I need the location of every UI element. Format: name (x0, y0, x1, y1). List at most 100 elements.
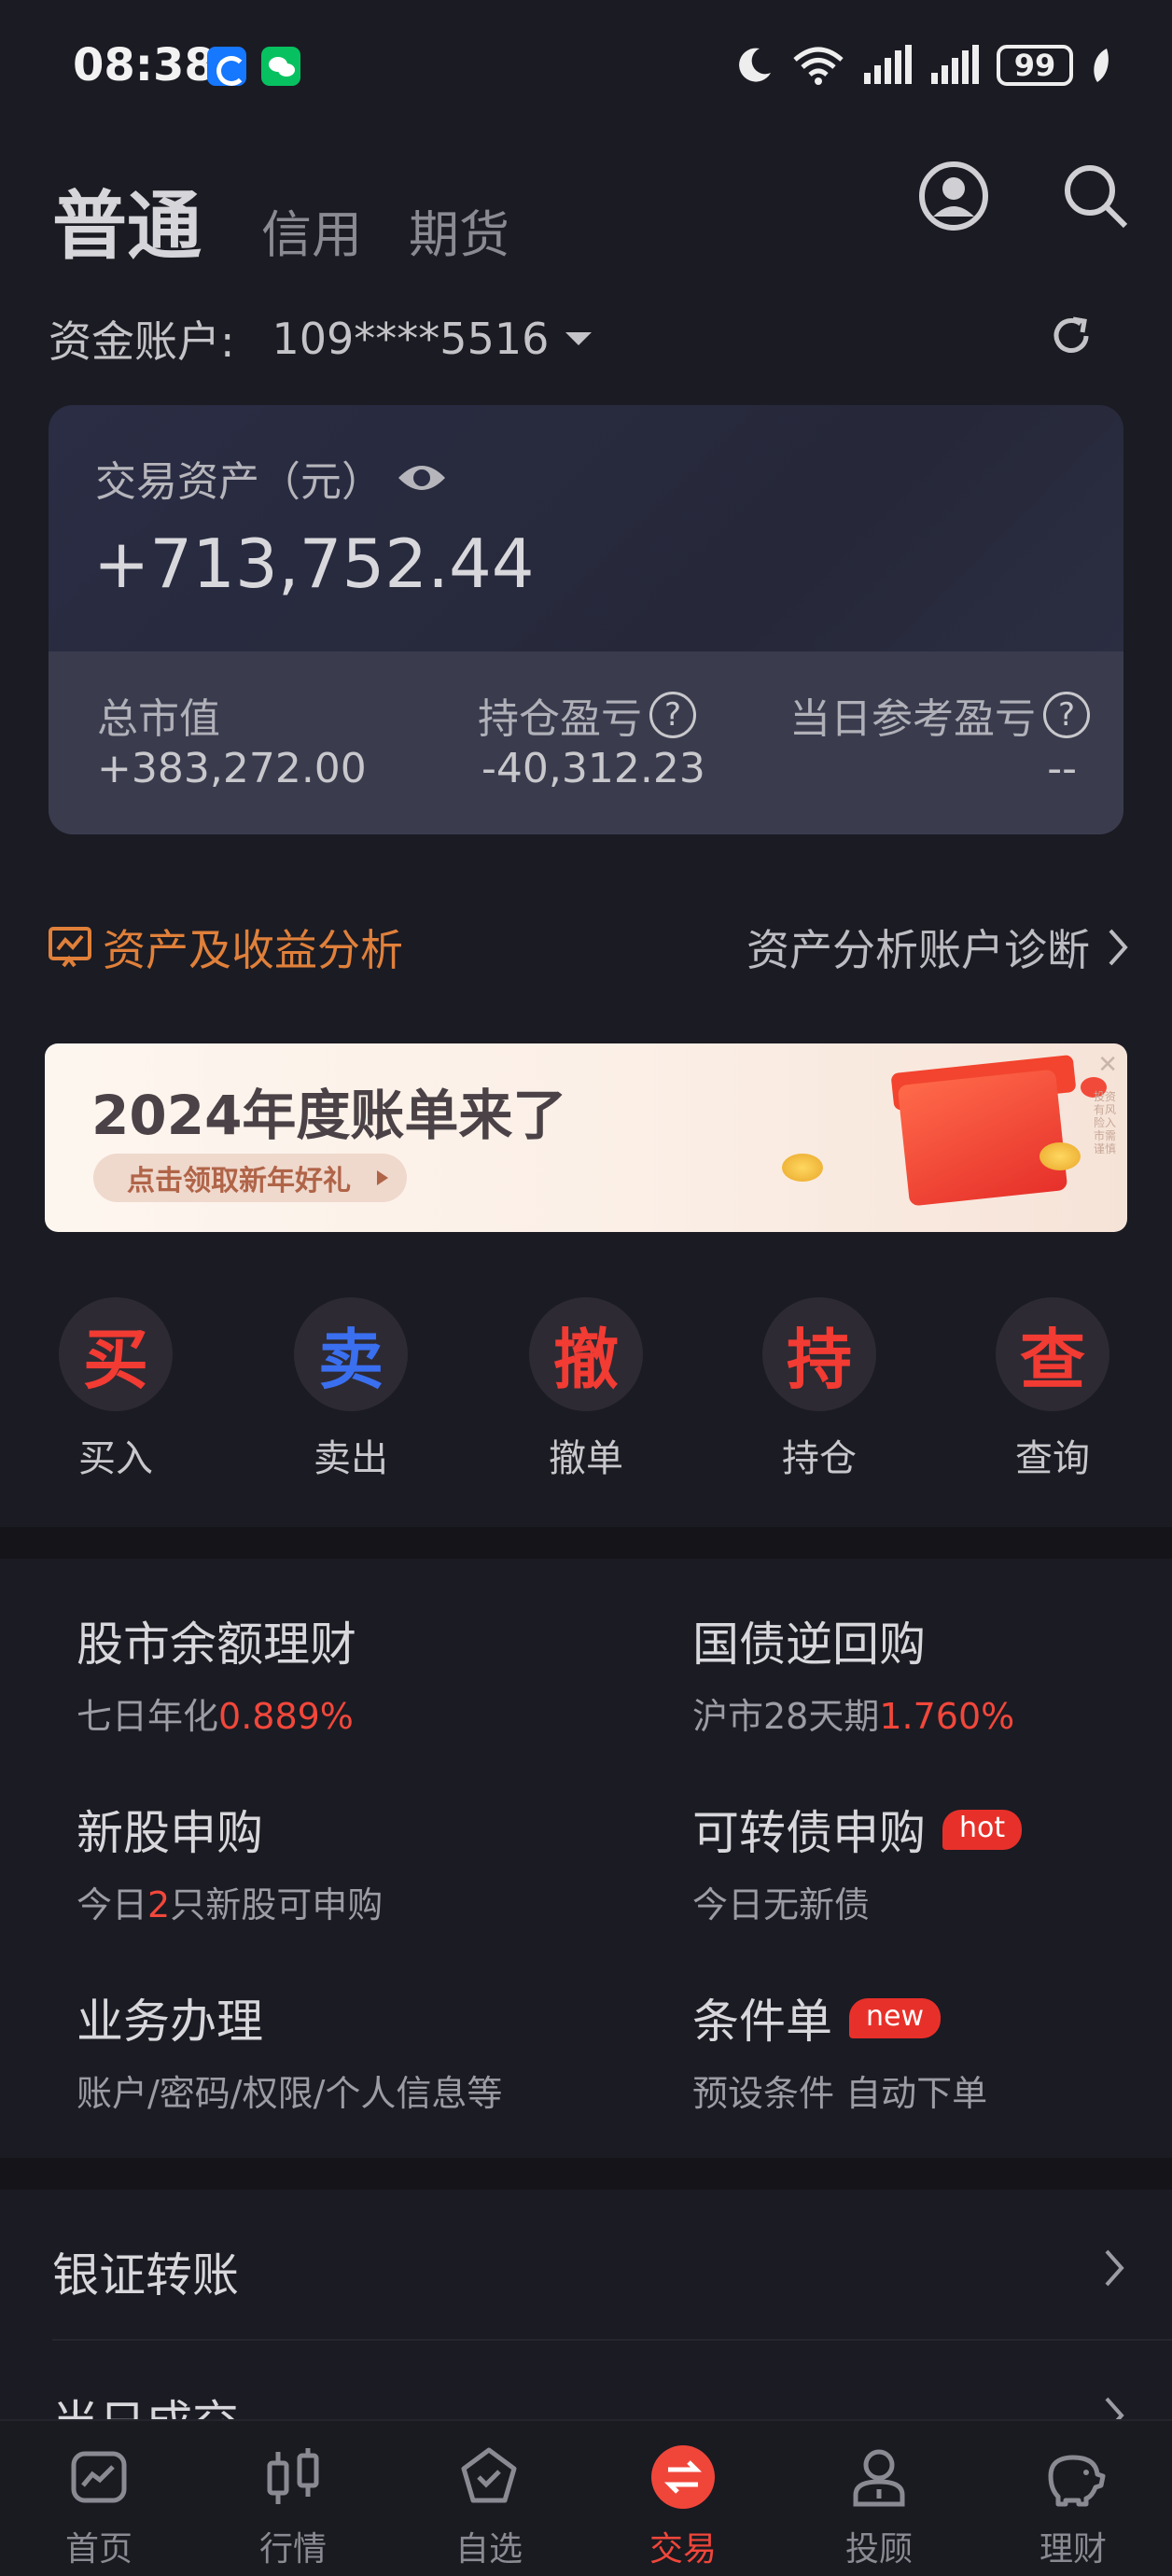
market-value-cell: 总市值 +383,272.00 (49, 651, 407, 834)
query-button[interactable]: 查 查询 (978, 1297, 1127, 1482)
nav-wealth-label: 理财 (1039, 2530, 1107, 2569)
query-icon: 查 (996, 1297, 1109, 1411)
sell-icon: 卖 (294, 1297, 408, 1411)
shield-check-icon (461, 2447, 517, 2503)
market-value: +383,272.00 (97, 745, 367, 792)
daily-pnl-label: 当日参考盈亏 (789, 695, 1036, 743)
nav-market-label: 行情 (258, 2530, 327, 2569)
nav-watchlist-label: 自选 (454, 2530, 523, 2569)
money-fund-rate: 0.889% (218, 1696, 354, 1737)
tab-futures[interactable]: 期货 (409, 193, 509, 274)
account-selector[interactable]: 资金账户: 109****5516 (49, 308, 593, 370)
nav-advisor[interactable]: 投顾 (804, 2438, 954, 2570)
positions-label: 持仓 (782, 1437, 857, 1480)
asset-analysis-link[interactable]: 资产及收益分析 (47, 917, 403, 978)
business-service[interactable]: 业务办理 账户/密码/权限/个人信息等 (77, 1984, 502, 2116)
position-pnl: -40,312.23 (481, 745, 705, 792)
nav-advisor-label: 投顾 (844, 2530, 913, 2569)
annual-bill-banner[interactable]: 2024年度账单来了 点击领取新年好礼 ✕ 投资有风险入市需谨慎 (45, 1043, 1127, 1232)
daily-pnl: -- (1047, 745, 1077, 792)
reverse-repo-rate: 1.760% (879, 1696, 1015, 1737)
nav-market[interactable]: 行情 (218, 2438, 368, 2570)
nav-home[interactable]: 首页 (24, 2438, 174, 2570)
ipo-subscription-service[interactable]: 新股申购 今日2只新股可申购 (77, 1796, 383, 1927)
coin-image (1039, 1142, 1081, 1170)
tab-normal[interactable]: 普通 (52, 166, 202, 274)
banner-cta-button[interactable]: 点击领取新年好礼 (93, 1154, 407, 1202)
nav-wealth[interactable]: 理财 (998, 2438, 1148, 2570)
advisor-person-icon (853, 2449, 905, 2507)
chevron-down-icon (565, 332, 593, 345)
nav-home-label: 首页 (64, 2530, 133, 2569)
signal-icon (864, 45, 912, 84)
wechat-icon (261, 47, 300, 86)
section-divider (0, 2158, 1172, 2190)
reverse-repo-sub-label: 沪市28天期 (692, 1696, 880, 1737)
buy-label: 买入 (78, 1437, 153, 1480)
reverse-repo-title: 国债逆回购 (692, 1617, 926, 1672)
conditional-title: 条件单 (692, 1995, 832, 2049)
asset-card: 交易资产（元） +713,752.44 总市值 +383,272.00 持仓盈亏… (49, 405, 1123, 834)
money-fund-service[interactable]: 股市余额理财 七日年化0.889% (77, 1607, 356, 1739)
reverse-repo-service[interactable]: 国债逆回购 沪市28天期1.760% (692, 1607, 1014, 1739)
chevron-right-icon (1105, 2249, 1124, 2287)
bottom-navigation: 首页 行情 自选 交易 投顾 理财 (0, 2419, 1172, 2576)
search-icon[interactable] (1060, 161, 1131, 231)
sell-button[interactable]: 卖 卖出 (276, 1297, 426, 1482)
cancel-order-button[interactable]: 撤 撤单 (511, 1297, 661, 1482)
section-divider (0, 1527, 1172, 1559)
sell-label: 卖出 (314, 1437, 388, 1480)
ipo-title: 新股申购 (77, 1806, 263, 1860)
money-fund-sub-label: 七日年化 (77, 1696, 219, 1737)
wifi-icon (793, 47, 844, 85)
help-icon[interactable]: ? (649, 692, 696, 738)
convertible-bond-service[interactable]: 可转债申购 hot 今日无新债 (692, 1796, 1023, 1927)
account-type-tabs: 普通 信用 期货 (52, 166, 509, 274)
position-pnl-label: 持仓盈亏 (478, 695, 642, 743)
row-divider (52, 2339, 1172, 2341)
position-pnl-cell: 持仓盈亏 ? -40,312.23 (407, 651, 765, 834)
hot-badge: hot (942, 1809, 1023, 1850)
bank-transfer-label: 银证转账 (52, 2248, 239, 2303)
home-chart-icon (71, 2451, 127, 2503)
account-diagnosis-link[interactable]: 资产分析账户诊断 (746, 917, 1129, 978)
positions-icon: 持 (762, 1297, 876, 1411)
close-icon[interactable]: ✕ (1097, 1051, 1118, 1079)
cancel-order-label: 撤单 (549, 1437, 623, 1480)
account-number: 109****5516 (272, 314, 550, 364)
gift-box-image (897, 1069, 1068, 1207)
nav-trade[interactable]: 交易 (608, 2438, 758, 2570)
piggy-bank-icon (1048, 2455, 1106, 2507)
asset-label: 交易资产（元） (95, 458, 383, 506)
tab-credit[interactable]: 信用 (261, 193, 362, 274)
conditional-sub: 预设条件 自动下单 (692, 2073, 988, 2114)
cb-sub: 今日无新债 (692, 1884, 871, 1925)
leaf-icon (1094, 49, 1109, 82)
cb-title: 可转债申购 (692, 1806, 926, 1860)
business-title: 业务办理 (77, 1995, 263, 2049)
banner-title: 2024年度账单来了 (91, 1084, 567, 1147)
quick-actions: 买 买入 卖 卖出 撤 撤单 持 持仓 查 查询 (0, 1297, 1172, 1484)
coin-image (782, 1154, 823, 1182)
trade-exchange-icon (651, 2445, 715, 2509)
eye-icon[interactable] (396, 459, 448, 497)
positions-button[interactable]: 持 持仓 (745, 1297, 894, 1482)
user-icon[interactable] (918, 161, 989, 231)
ipo-count: 2 (147, 1884, 171, 1925)
refresh-icon[interactable] (1049, 314, 1094, 358)
money-fund-title: 股市余额理财 (77, 1617, 356, 1672)
nav-watchlist[interactable]: 自选 (414, 2438, 564, 2570)
buy-icon: 买 (59, 1297, 173, 1411)
cancel-order-icon: 撤 (529, 1297, 643, 1411)
buy-button[interactable]: 买 买入 (41, 1297, 190, 1482)
help-icon[interactable]: ? (1043, 692, 1090, 738)
bank-transfer-row[interactable]: 银证转账 (52, 2238, 1125, 2305)
app-notification-icon (207, 47, 246, 86)
nav-trade-label: 交易 (649, 2530, 717, 2569)
conditional-order-service[interactable]: 条件单 new 预设条件 自动下单 (692, 1984, 987, 2116)
daily-pnl-cell: 当日参考盈亏 ? -- (765, 651, 1123, 834)
signal-icon-2 (931, 45, 979, 84)
moon-icon (739, 48, 771, 82)
status-indicators: 99 (733, 41, 1110, 90)
candlestick-icon (267, 2448, 319, 2504)
